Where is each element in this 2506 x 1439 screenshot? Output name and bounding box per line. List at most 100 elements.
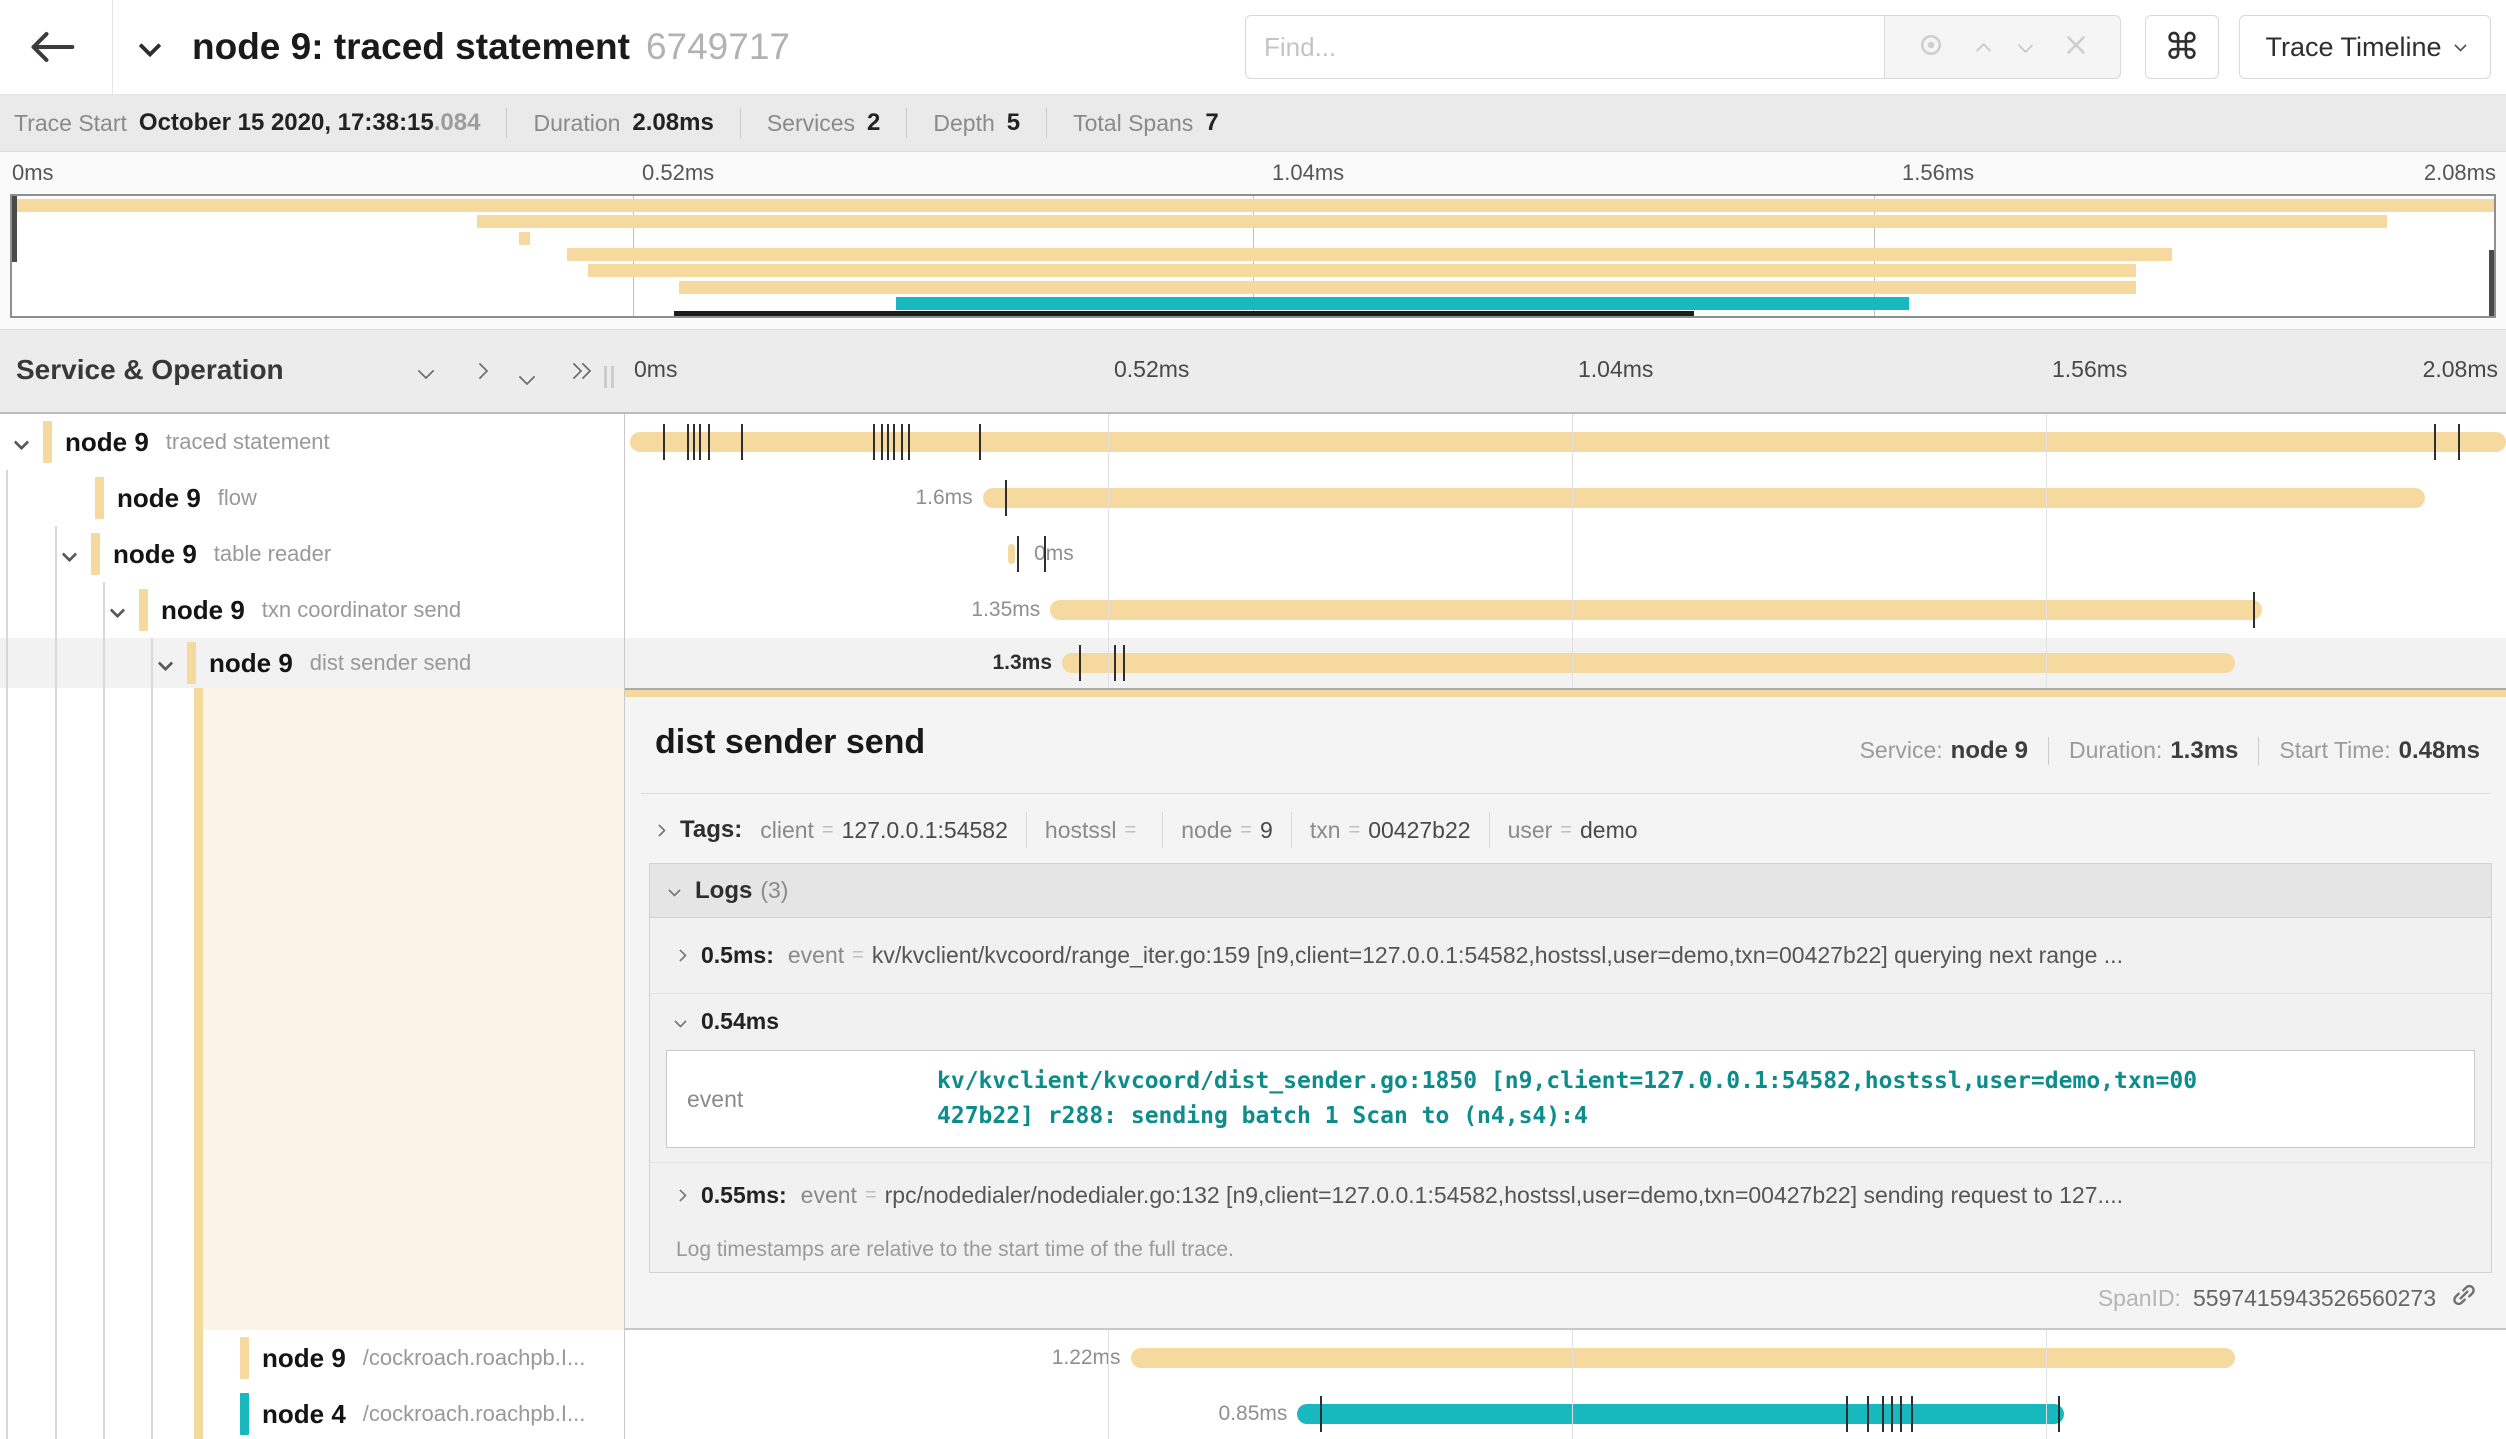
- log-marker-tick: [1846, 1396, 1848, 1432]
- expand-log-chevron-right-icon[interactable]: [674, 1189, 687, 1202]
- span-name-cell[interactable]: node 9 flow: [0, 470, 625, 526]
- timeline-tick-label: 2.08ms: [2423, 356, 2498, 383]
- timeline-tick-label: 1.04ms: [1578, 356, 1653, 383]
- minimap-span-bar: [588, 264, 2136, 277]
- service-value: node 9: [1951, 737, 2028, 764]
- log-marker-tick: [1123, 645, 1125, 681]
- span-name-cell[interactable]: node 9 /cockroach.roachpb.I...: [0, 1330, 625, 1386]
- log-entry-expanded[interactable]: 0.54ms: [650, 994, 2491, 1048]
- log-marker-tick: [2058, 1396, 2060, 1432]
- span-name-cell[interactable]: node 9 table reader: [0, 526, 625, 582]
- tags-label: Tags:: [680, 816, 742, 844]
- log-marker-tick: [979, 424, 981, 460]
- span-bar[interactable]: [1050, 600, 2262, 620]
- trace-start-ms: .084: [434, 109, 481, 137]
- trace-timeline-page: node 9: traced statement6749717 ⌘ Trace …: [0, 0, 2506, 1439]
- service-name: node 9: [113, 539, 197, 570]
- service-name: node 9: [117, 483, 201, 514]
- expand-log-chevron-right-icon[interactable]: [674, 949, 687, 962]
- log-marker-tick: [1114, 645, 1116, 681]
- back-arrow-button[interactable]: [28, 28, 76, 71]
- chevron-down-icon[interactable]: [158, 655, 174, 671]
- chevron-down-icon[interactable]: [62, 546, 78, 562]
- column-divider[interactable]: [624, 330, 625, 1439]
- span-row[interactable]: node 4 /cockroach.roachpb.I... 0.85ms: [0, 1386, 2506, 1439]
- find-input[interactable]: [1245, 15, 1885, 79]
- keyboard-shortcuts-button[interactable]: ⌘: [2145, 15, 2219, 79]
- span-row[interactable]: node 9 table reader 0ms: [0, 526, 2506, 582]
- span-bar[interactable]: [1062, 653, 2235, 673]
- minimap-right-drag-handle[interactable]: [2489, 250, 2494, 316]
- minimap-span-bar: [477, 215, 2386, 228]
- minimap-canvas[interactable]: [10, 194, 2496, 318]
- log-marker-tick: [1867, 1396, 1869, 1432]
- next-match-chevron-down-icon[interactable]: [2018, 37, 2034, 53]
- span-bar[interactable]: [1131, 1348, 2236, 1368]
- timeline-tick-label: 0ms: [634, 356, 677, 383]
- span-bar[interactable]: [983, 488, 2425, 508]
- top-bar: node 9: traced statement6749717 ⌘ Trace …: [0, 0, 2506, 95]
- span-row-selected[interactable]: node 9 dist sender send 1.3ms: [0, 638, 2506, 688]
- tags-row[interactable]: Tags: client=127.0.0.1:54582 hostssl= no…: [655, 807, 1638, 853]
- collapse-logs-chevron-down-icon[interactable]: [668, 884, 681, 897]
- logs-section: Logs (3) 0.5ms: event = kv/kvclient/kvco…: [649, 863, 2492, 1273]
- expand-tags-chevron-right-icon[interactable]: [653, 824, 666, 837]
- span-bar[interactable]: [1297, 1404, 2064, 1424]
- start-time-label: Start Time:: [2279, 737, 2390, 763]
- prev-match-chevron-up-icon[interactable]: [1976, 42, 1992, 58]
- log-marker-tick: [1882, 1396, 1884, 1432]
- duration-label: 1.22ms: [1052, 1346, 1121, 1370]
- logs-header[interactable]: Logs (3): [650, 864, 2491, 918]
- log-value: rpc/nodedialer/nodedialer.go:132 [n9,cli…: [885, 1182, 2491, 1209]
- duration-label: Duration:: [2069, 737, 2162, 763]
- minimap-tick-label: 1.56ms: [1902, 160, 1974, 186]
- log-marker-tick: [687, 424, 689, 460]
- minimap-scrub-bar[interactable]: [674, 311, 1694, 316]
- collapse-trace-chevron-icon[interactable]: [139, 35, 162, 58]
- span-name-cell[interactable]: node 9 dist sender send: [0, 638, 625, 688]
- locate-icon[interactable]: [1916, 30, 1946, 65]
- minimap-span-bar: [896, 297, 1909, 310]
- span-row[interactable]: node 9 txn coordinator send 1.35ms: [0, 582, 2506, 638]
- collapse-log-chevron-down-icon[interactable]: [674, 1015, 687, 1028]
- span-row[interactable]: node 9 /cockroach.roachpb.I... 1.22ms: [0, 1330, 2506, 1386]
- collapse-one-chevron-down-icon[interactable]: [418, 363, 435, 380]
- operation-name: dist sender send: [310, 650, 471, 676]
- find-tools-group: [1885, 15, 2121, 79]
- expand-one-chevron-right-icon[interactable]: [472, 363, 489, 380]
- operation-name: /cockroach.roachpb.I...: [363, 1401, 586, 1427]
- log-marker-tick: [2458, 424, 2460, 460]
- minimap-span-bar: [12, 199, 2494, 212]
- log-entry[interactable]: 0.5ms: event = kv/kvclient/kvcoord/range…: [650, 918, 2491, 994]
- column-resizer-grip[interactable]: [604, 366, 614, 388]
- span-name-cell[interactable]: node 4 /cockroach.roachpb.I...: [0, 1386, 625, 1439]
- span-id-row: SpanID: 5597415943526560273: [2098, 1279, 2480, 1317]
- log-marker-tick: [2434, 424, 2436, 460]
- service-name: node 4: [262, 1399, 346, 1430]
- duration-label: 1.3ms: [992, 651, 1052, 675]
- span-id-label: SpanID:: [2098, 1285, 2181, 1312]
- copy-link-icon[interactable]: [2448, 1279, 2480, 1317]
- trace-view-dropdown[interactable]: Trace Timeline: [2239, 15, 2491, 79]
- log-entry[interactable]: 0.55ms: event = rpc/nodedialer/nodediale…: [650, 1162, 2491, 1228]
- divider: [641, 793, 2490, 794]
- log-time: 0.54ms: [701, 1008, 779, 1035]
- chevron-down-icon[interactable]: [110, 602, 126, 618]
- log-marker-tick: [901, 424, 903, 460]
- span-bar[interactable]: [630, 432, 2506, 452]
- log-time: 0.55ms:: [701, 1182, 787, 1209]
- clear-search-close-icon[interactable]: [2063, 32, 2089, 63]
- span-name-cell[interactable]: node 9 txn coordinator send: [0, 582, 625, 638]
- indent-guide: [103, 582, 105, 1439]
- chevron-down-icon[interactable]: [14, 434, 30, 450]
- span-row[interactable]: node 9 flow 1.6ms: [0, 470, 2506, 526]
- log-marker-tick: [1900, 1396, 1902, 1432]
- log-marker-tick: [1005, 480, 1007, 516]
- minimap-left-drag-handle[interactable]: [12, 196, 17, 262]
- trace-minimap: 0ms 0.52ms 1.04ms 1.56ms 2.08ms: [0, 152, 2506, 330]
- span-bar[interactable]: [1008, 544, 1015, 564]
- span-row[interactable]: node 9 traced statement: [0, 414, 2506, 470]
- operation-name: table reader: [214, 541, 331, 567]
- log-marker-tick: [1079, 645, 1081, 681]
- span-name-cell[interactable]: node 9 traced statement: [0, 414, 625, 470]
